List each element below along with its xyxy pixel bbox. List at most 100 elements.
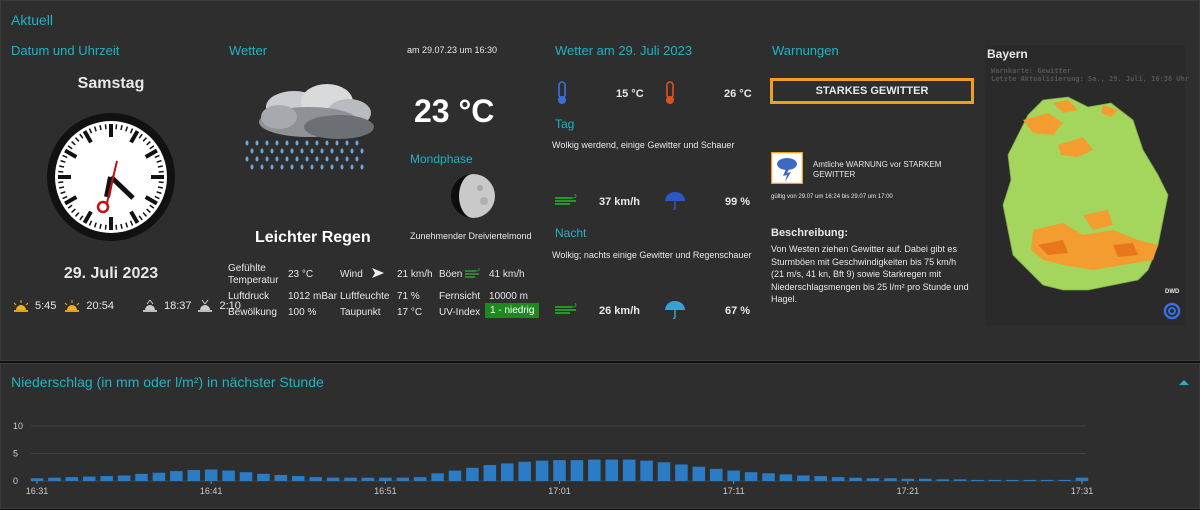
precip-bar	[588, 459, 601, 481]
precip-bar	[744, 472, 758, 481]
day-label: Tag	[555, 117, 575, 131]
current-weather-panel: Aktuell Datum und Uhrzeit Samstag 29. Ju…	[0, 0, 1200, 361]
day-rain: 99 %	[725, 196, 751, 208]
precip-bar	[413, 477, 427, 481]
wind-label: Wind	[340, 269, 363, 280]
precip-bar	[849, 477, 862, 481]
current-temperature: 23 °C	[414, 93, 495, 129]
precip-bar	[640, 460, 653, 481]
precip-bar	[466, 467, 479, 481]
precip-bar	[936, 479, 949, 481]
precip-bar	[518, 461, 531, 481]
precip-bar	[291, 476, 305, 481]
precip-bar	[814, 476, 828, 481]
x-tick-label: 17:01	[548, 486, 571, 496]
map-title: Bayern	[987, 47, 1028, 61]
precip-bar	[326, 477, 340, 481]
warning-description: Von Westen ziehen Gewitter auf. Dabei gi…	[771, 244, 969, 304]
collapse-chevron-icon[interactable]	[1179, 378, 1189, 386]
precip-bar	[553, 460, 566, 481]
weather-condition: Leichter Regen	[255, 229, 371, 246]
warning-map[interactable]: Bayern Warnkarte: Gewitter Letzte Aktual…	[985, 45, 1189, 325]
precip-bar	[204, 469, 218, 481]
precip-bar	[135, 473, 148, 481]
x-tick-label: 17:11	[723, 486, 745, 496]
dwd-logo-icon	[1163, 302, 1181, 320]
night-text: Wolkig; nachts einige Gewitter und Regen…	[552, 250, 752, 260]
precip-bar	[117, 475, 131, 481]
precip-bar	[152, 472, 166, 481]
precip-bar	[361, 477, 375, 481]
precip-bar	[170, 471, 183, 481]
precip-bar	[222, 470, 235, 481]
precip-bar	[570, 460, 584, 481]
night-wind: 26 km/h	[599, 305, 640, 317]
wind-value: 21 km/h	[397, 269, 433, 280]
day-text: Wolkig werdend, einige Gewitter und Scha…	[552, 140, 735, 150]
dewpoint-label: Taupunkt	[340, 307, 381, 318]
moon-title: Mondphase	[410, 152, 473, 166]
moonrise-time: 18:37	[163, 300, 192, 312]
precip-bar	[48, 477, 61, 481]
precip-bar	[274, 474, 288, 481]
precip-bar	[65, 477, 79, 481]
pressure-value: 1012 mBar	[288, 291, 337, 302]
precip-bar	[448, 470, 462, 481]
thermometer-cold-icon	[558, 81, 566, 104]
thermometer-hot-icon	[666, 81, 674, 104]
precip-bar	[709, 468, 723, 481]
umbrella-icon	[665, 301, 685, 320]
precip-bar	[657, 462, 671, 481]
visibility-value: 10000 m	[489, 291, 528, 302]
map-update-time: Letzte Aktualisierung: Sa., 29. Juli, 16…	[991, 75, 1190, 83]
precip-bar	[727, 470, 740, 481]
thunderstorm-warning-icon	[771, 152, 803, 184]
gust-value: 41 km/h	[489, 269, 525, 280]
moon-phase-icon	[451, 174, 495, 218]
y-tick-label: 5	[13, 449, 18, 459]
x-tick-label: 16:41	[200, 486, 223, 496]
precip-bar	[1075, 477, 1089, 481]
x-tick-label: 17:31	[1071, 486, 1094, 496]
precip-bar	[1058, 479, 1071, 481]
uv-label: UV-Index	[439, 307, 481, 318]
moon-phase-text: Zunehmender Dreiviertelmond	[410, 231, 532, 241]
precip-panel-title: Niederschlag (in mm oder l/m²) in nächst…	[11, 374, 324, 390]
precip-bar	[431, 473, 444, 481]
precip-bar	[535, 460, 549, 481]
day-wind: 37 km/h	[599, 196, 640, 208]
night-rain: 67 %	[725, 305, 751, 317]
warnings-section-title: Warnungen	[772, 43, 839, 58]
precip-bar	[953, 479, 967, 481]
precip-bar	[379, 477, 392, 481]
precip-bar	[779, 474, 793, 481]
precip-bar	[100, 476, 113, 481]
umbrella-icon	[665, 192, 685, 211]
precip-bar	[257, 473, 270, 481]
moonrise-icon	[142, 299, 157, 312]
clouds-value: 100 %	[288, 307, 317, 318]
gust-label: Böen	[439, 269, 463, 280]
map-subtitle: Warnkarte: Gewitter	[991, 67, 1072, 75]
uv-badge: 1 - niedrig	[485, 303, 540, 318]
precip-bar	[797, 475, 810, 481]
pressure-label: Luftdruck	[228, 291, 270, 302]
precip-bar	[762, 473, 775, 481]
x-tick-label: 16:31	[26, 486, 49, 496]
warning-validity: gültig von 29.07 um 16:24 bis 29.07 um 1…	[771, 194, 893, 200]
precip-bar	[1006, 479, 1019, 481]
precip-bar	[309, 477, 322, 481]
precip-bar	[918, 478, 932, 481]
visibility-label: Fernsicht	[439, 291, 481, 302]
sunrise-time: 5:45	[35, 300, 57, 312]
dwd-logo-text: DWD	[1165, 289, 1180, 295]
y-tick-label: 0	[13, 476, 18, 486]
sunrise-icon	[13, 300, 29, 312]
precip-bar	[884, 478, 897, 481]
precip-bar	[1023, 479, 1037, 481]
sunset-icon	[65, 300, 80, 312]
rain-cloud-icon	[245, 84, 374, 170]
warning-level-box[interactable]: STARKES GEWITTER	[770, 78, 974, 104]
analog-clock	[47, 113, 175, 241]
precip-bar	[187, 470, 201, 481]
